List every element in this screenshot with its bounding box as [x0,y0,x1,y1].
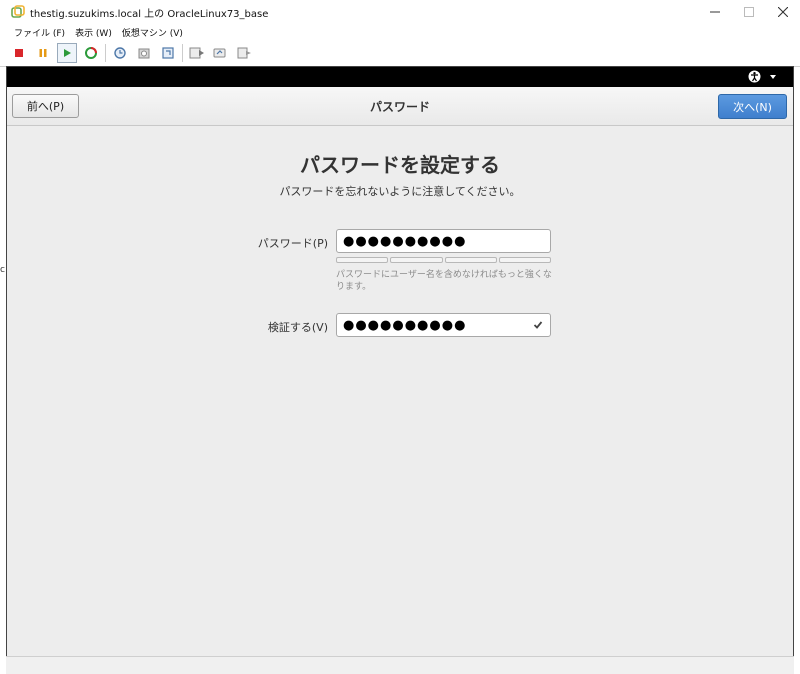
password-hint: パスワードにユーザー名を含めなければもっと強くなります。 [336,270,552,292]
status-bar [6,656,794,674]
revert-button[interactable] [158,43,178,63]
snapshot-button[interactable] [110,43,130,63]
guest-top-bar [7,67,793,87]
close-icon [778,7,788,17]
restart-icon [85,47,97,59]
subheading: パスワードを忘れないように注意してください。 [279,185,521,198]
snapshot-manage-icon [138,48,150,59]
toolbar [0,40,800,67]
window-title-bar: thestig.suzukims.local 上の OracleLinux73_… [0,0,800,25]
dropdown-arrow-icon [770,74,776,79]
settings-button[interactable] [211,43,231,63]
restart-button[interactable] [81,43,101,63]
menu-vm[interactable]: 仮想マシン (V) [122,26,183,39]
menu-view[interactable]: 表示 (W) [75,26,112,39]
password-value: ●●●●●●●●●● [343,233,467,249]
menu-bar: ファイル (F) 表示 (W) 仮想マシン (V) [0,24,800,40]
verify-field[interactable]: ●●●●●●●●●● [336,313,551,337]
stop-icon [15,49,23,57]
stray-glyph: c [0,265,5,275]
accessibility-menu[interactable] [748,70,779,83]
heading: パスワードを設定する [300,153,500,177]
play-icon [64,49,71,57]
strength-segment [498,257,551,263]
send-button[interactable] [235,43,255,63]
minimize-icon [710,11,720,13]
maximize-button[interactable] [732,0,766,24]
close-button[interactable] [766,0,800,24]
password-label: パスワード(P) [257,237,328,250]
vm-console[interactable]: 前へ(P) パスワード 次へ(N) パスワードを設定する パスワードを忘れないよ… [6,66,794,666]
minimize-button[interactable] [698,0,732,24]
checkmark-icon [533,321,543,329]
verify-label: 検証する(V) [267,321,328,334]
send-keys-button[interactable] [187,43,207,63]
snapshot-manage-button[interactable] [134,43,154,63]
snapshot-icon [114,47,126,59]
verify-value: ●●●●●●●●●● [343,317,467,333]
password-strength-bar [336,257,551,263]
password-field[interactable]: ●●●●●●●●●● [336,229,551,253]
installer-header: 前へ(P) パスワード 次へ(N) [7,87,793,126]
page-title: パスワード [369,100,430,114]
next-button[interactable]: 次へ(N) [718,94,787,119]
strength-segment [444,257,497,263]
vmware-logo-icon [11,5,25,18]
menu-file[interactable]: ファイル (F) [14,26,65,39]
revert-icon [162,47,174,59]
accessibility-icon [748,70,761,83]
toolbar-separator [105,44,106,62]
strength-segment [390,257,443,263]
maximize-icon [744,7,754,17]
strength-segment [336,257,389,263]
stop-button[interactable] [9,43,29,63]
pause-icon [39,49,47,57]
settings-icon [213,48,226,58]
pause-button[interactable] [33,43,53,63]
window-title: thestig.suzukims.local 上の OracleLinux73_… [30,8,269,20]
send-icon [237,47,251,59]
play-button[interactable] [57,43,77,63]
send-keys-icon [189,47,204,59]
toolbar-separator [182,44,183,62]
